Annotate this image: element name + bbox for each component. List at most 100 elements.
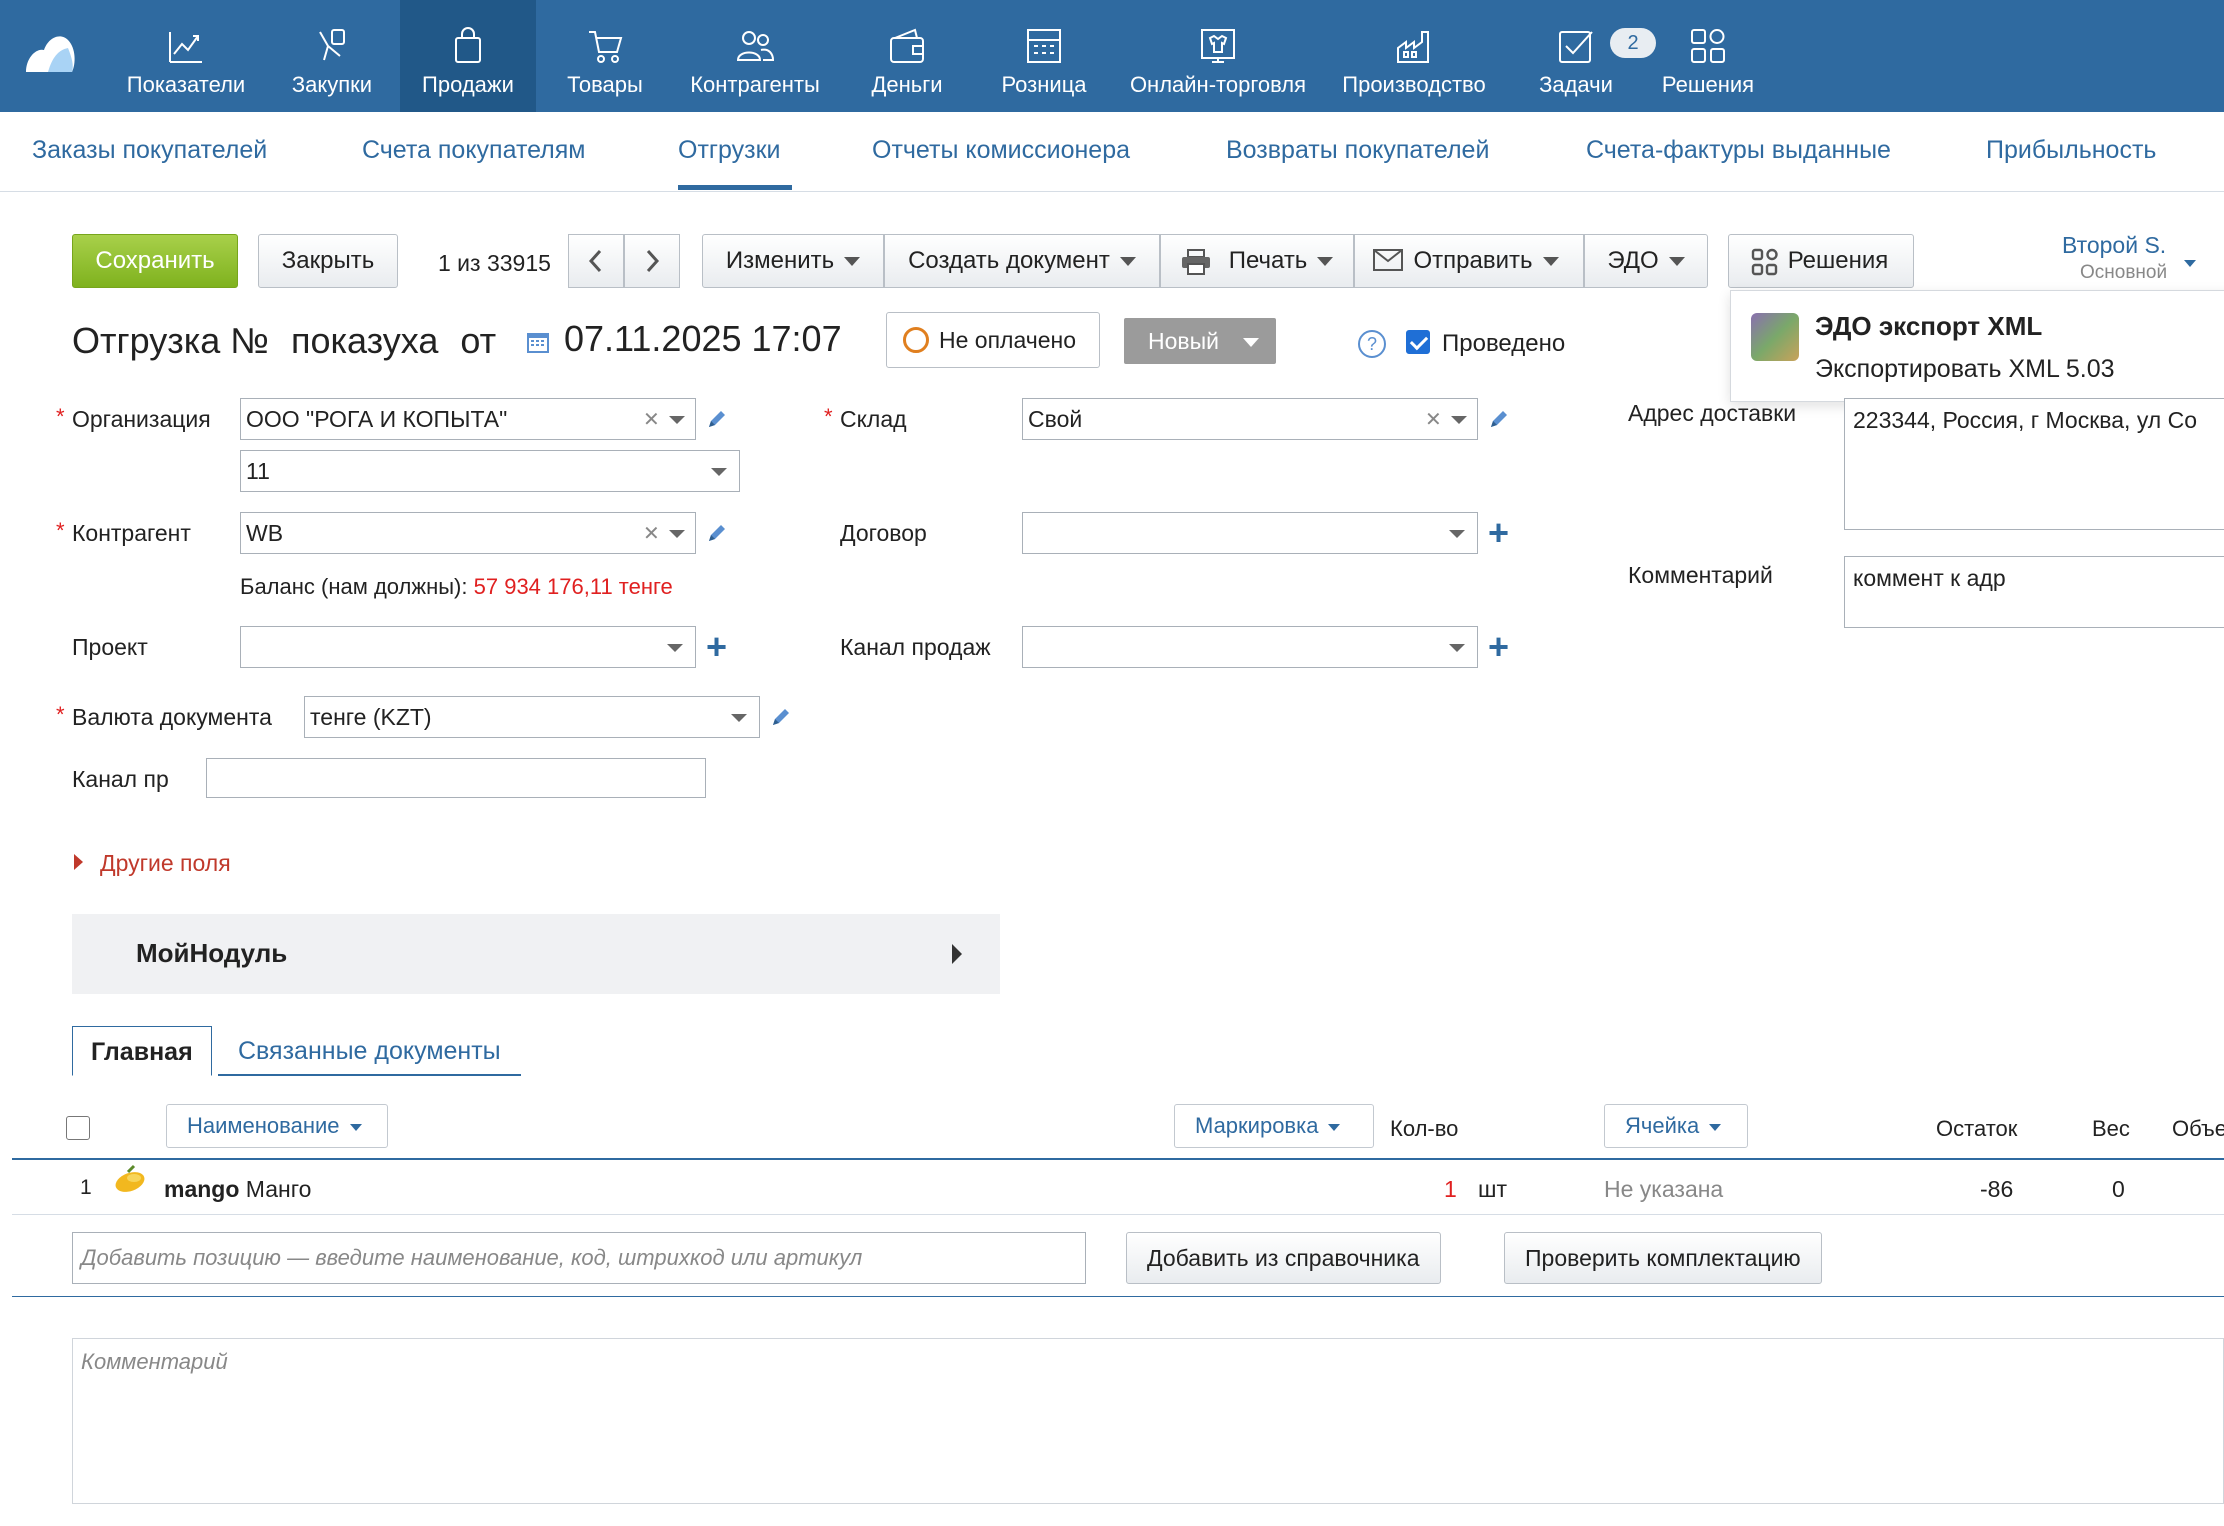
subnav-shipments[interactable]: Отгрузки: [678, 136, 781, 165]
nav-item-goods[interactable]: Товары: [550, 0, 660, 112]
chevron-down-icon[interactable]: [669, 530, 685, 538]
solutions-button[interactable]: Решения: [1728, 234, 1914, 288]
active-tab-underline: [678, 185, 792, 190]
nav-item-solutions[interactable]: Решения: [1652, 0, 1764, 112]
chevron-down-icon[interactable]: [711, 468, 727, 476]
calendar-icon[interactable]: [526, 330, 550, 354]
subnav-customer-returns[interactable]: Возвраты покупателей: [1226, 136, 1489, 165]
currency-value: тенге (KZT): [310, 704, 432, 730]
select-all-checkbox[interactable]: [66, 1116, 90, 1140]
sales-channel-select[interactable]: [1022, 626, 1478, 668]
posted-checkbox[interactable]: [1406, 330, 1430, 354]
document-comment-textarea[interactable]: Комментарий: [72, 1338, 2224, 1504]
nav-item-online-trade[interactable]: Онлайн-торговля: [1120, 0, 1316, 112]
address-comment-textarea[interactable]: коммент к адр: [1844, 556, 2224, 628]
expand-triangle-icon[interactable]: [74, 854, 83, 870]
nav-item-indicators[interactable]: Показатели: [114, 0, 258, 112]
document-number[interactable]: показуха: [291, 320, 438, 361]
nav-item-money[interactable]: Деньги: [850, 0, 964, 112]
organization-select[interactable]: ООО "РОГА И КОПЫТА" ✕: [240, 398, 696, 440]
edit-pencil-icon[interactable]: [770, 706, 792, 728]
contract-select[interactable]: [1022, 512, 1478, 554]
quantity-cell[interactable]: 1: [1444, 1176, 1457, 1203]
print-dropdown[interactable]: Печать: [1160, 234, 1354, 288]
check-kit-button[interactable]: Проверить комплектацию: [1504, 1232, 1822, 1284]
envelope-icon: [1373, 249, 1403, 271]
chevron-down-icon[interactable]: [1451, 416, 1467, 424]
column-name-label: Наименование: [187, 1113, 340, 1138]
column-marking-sort[interactable]: Маркировка: [1174, 1104, 1374, 1148]
chevron-down-icon[interactable]: [731, 714, 747, 722]
status-dropdown[interactable]: Новый: [1124, 318, 1276, 364]
tab-linked-documents[interactable]: Связанные документы: [218, 1026, 521, 1076]
add-project-icon[interactable]: +: [706, 629, 727, 665]
channel-pr-input[interactable]: [206, 758, 706, 798]
edit-dropdown-button[interactable]: Изменить: [702, 234, 884, 288]
edo-dropdown[interactable]: ЭДО: [1584, 234, 1708, 288]
organization-account-select[interactable]: 11: [240, 450, 740, 492]
edit-pencil-icon[interactable]: [706, 522, 728, 544]
nav-item-counterparties[interactable]: Контрагенты: [680, 0, 830, 112]
prev-record-button[interactable]: [568, 234, 624, 288]
popover-title: ЭДО экспорт XML: [1815, 311, 2043, 341]
export-xml-action[interactable]: Экспортировать XML 5.03: [1815, 355, 2115, 384]
chevron-down-icon[interactable]: [669, 416, 685, 424]
clear-icon[interactable]: ✕: [1425, 410, 1442, 430]
column-weight-header: Вес: [2092, 1116, 2130, 1141]
column-cell-sort[interactable]: Ячейка: [1604, 1104, 1748, 1148]
row-number: 1: [80, 1176, 92, 1199]
record-counter: 1 из 33915: [438, 250, 551, 276]
chevron-down-icon[interactable]: [667, 644, 683, 652]
next-record-button[interactable]: [624, 234, 680, 288]
user-menu-chevron-icon[interactable]: [2184, 260, 2196, 267]
send-dropdown[interactable]: Отправить: [1354, 234, 1584, 288]
warehouse-select[interactable]: Свой ✕: [1022, 398, 1478, 440]
required-marker: *: [824, 404, 833, 429]
edit-pencil-icon[interactable]: [706, 408, 728, 430]
add-contract-icon[interactable]: +: [1488, 515, 1509, 551]
currency-select[interactable]: тенге (KZT): [304, 696, 760, 738]
user-name[interactable]: Второй S.: [2062, 232, 2166, 259]
module-panel[interactable]: МойНодуль: [72, 914, 1000, 994]
clear-icon[interactable]: ✕: [643, 410, 660, 430]
payment-status-button[interactable]: Не оплачено: [886, 312, 1100, 368]
user-role: Основной: [2080, 262, 2168, 283]
other-fields-toggle[interactable]: Другие поля: [100, 850, 231, 877]
help-icon[interactable]: ?: [1358, 330, 1386, 358]
stock-cell: -86: [1980, 1176, 2014, 1202]
chart-line-icon: [169, 32, 202, 63]
cell-location[interactable]: Не указана: [1604, 1176, 1723, 1203]
create-document-dropdown[interactable]: Создать документ: [884, 234, 1160, 288]
nav-item-sales[interactable]: Продажи: [400, 0, 536, 112]
delivery-address-textarea[interactable]: 223344, Россия, г Москва, ул Со: [1844, 398, 2224, 530]
unpaid-circle-icon: [903, 327, 929, 353]
project-select[interactable]: [240, 626, 696, 668]
nav-item-tasks[interactable]: 2 Задачи: [1520, 0, 1656, 112]
save-button[interactable]: Сохранить: [72, 234, 238, 288]
nav-item-production[interactable]: Производство: [1336, 0, 1492, 112]
close-button[interactable]: Закрыть: [258, 234, 398, 288]
send-label: Отправить: [1413, 247, 1533, 274]
counterparty-select[interactable]: WB ✕: [240, 512, 696, 554]
add-from-catalog-button[interactable]: Добавить из справочника: [1126, 1232, 1441, 1284]
document-date[interactable]: 07.11.2025 17:07: [564, 318, 842, 360]
tab-main[interactable]: Главная: [72, 1026, 212, 1076]
subnav-customer-orders[interactable]: Заказы покупателей: [32, 136, 267, 165]
subnav-profitability[interactable]: Прибыльность: [1986, 136, 2156, 165]
subnav-commission-reports[interactable]: Отчеты комиссионера: [872, 136, 1130, 165]
logo-icon[interactable]: [22, 28, 78, 74]
clear-icon[interactable]: ✕: [643, 524, 660, 544]
subnav-issued-invoices[interactable]: Счета-фактуры выданные: [1586, 136, 1891, 165]
nav-item-purchases[interactable]: Закупки: [276, 0, 388, 112]
posted-label: Проведено: [1442, 330, 1566, 357]
subnav-customer-invoices[interactable]: Счета покупателям: [362, 136, 586, 165]
edit-pencil-icon[interactable]: [1488, 408, 1510, 430]
chevron-down-icon[interactable]: [1449, 644, 1465, 652]
column-name-sort[interactable]: Наименование: [166, 1104, 388, 1148]
add-sales-channel-icon[interactable]: +: [1488, 629, 1509, 665]
nav-item-retail[interactable]: Розница: [984, 0, 1104, 112]
product-name-cell[interactable]: mango Манго: [164, 1176, 311, 1203]
add-position-input[interactable]: Добавить позицию — введите наименование,…: [72, 1232, 1086, 1284]
chevron-down-icon[interactable]: [1449, 530, 1465, 538]
solutions-label: Решения: [1787, 247, 1889, 274]
